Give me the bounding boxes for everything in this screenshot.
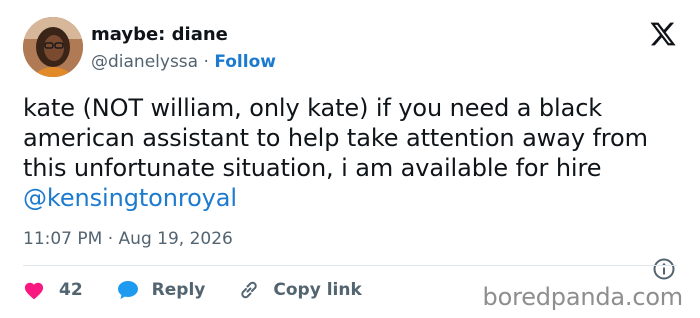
tweet-time: 11:07 PM [23, 229, 103, 249]
reply-button[interactable]: Reply [116, 279, 206, 301]
watermark: boredpanda.com [482, 283, 684, 311]
tweet-body: kate (NOT william, only kate) if you nee… [23, 94, 648, 182]
info-icon[interactable] [652, 257, 676, 281]
x-logo-icon[interactable] [649, 20, 677, 48]
display-name[interactable]: maybe: diane [91, 24, 276, 46]
divider [23, 265, 677, 266]
tweet-text: kate (NOT william, only kate) if you nee… [23, 93, 683, 213]
tweet-date: Aug 19, 2026 [118, 229, 233, 249]
reply-label: Reply [151, 280, 206, 300]
link-icon [241, 281, 258, 299]
handle-row: @dianelyssa · Follow [91, 51, 276, 73]
reply-bubble-icon [117, 281, 138, 299]
like-count: 42 [59, 280, 83, 300]
like-button[interactable]: 42 [23, 280, 83, 300]
meta-separator: · [107, 229, 114, 249]
tweet-timestamp[interactable]: 11:07 PM · Aug 19, 2026 [23, 229, 233, 249]
action-bar: 42 Reply Copy link [23, 276, 362, 304]
copy-link-button[interactable]: Copy link [237, 278, 362, 302]
author-block: maybe: diane @dianelyssa · Follow [91, 24, 276, 73]
avatar-image [23, 17, 83, 77]
copy-link-label: Copy link [273, 280, 362, 300]
heart-icon [24, 282, 44, 300]
avatar[interactable] [23, 17, 83, 77]
handle-separator: · [203, 52, 209, 72]
mention-link[interactable]: @kensingtonroyal [23, 184, 237, 212]
user-handle[interactable]: @dianelyssa [91, 52, 198, 72]
follow-button[interactable]: Follow [214, 52, 276, 72]
